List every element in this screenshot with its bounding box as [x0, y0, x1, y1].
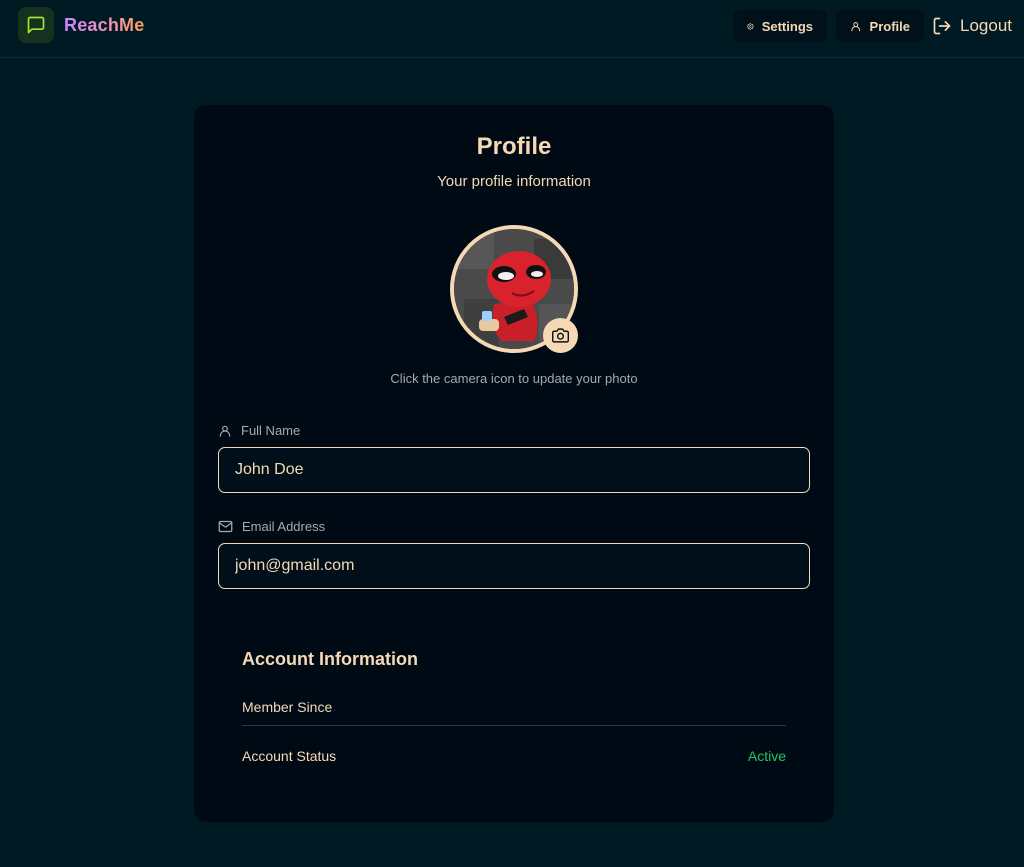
- settings-label: Settings: [761, 18, 813, 34]
- full-name-label: Full Name: [218, 423, 300, 438]
- brand-name[interactable]: ReachMe: [64, 15, 144, 36]
- account-status-row: Account Status Active: [242, 737, 786, 775]
- full-name-input[interactable]: [218, 447, 810, 493]
- email-input[interactable]: [218, 543, 810, 589]
- gear-icon: [747, 22, 754, 30]
- full-name-label-text: Full Name: [241, 423, 301, 438]
- page-title: Profile: [476, 133, 552, 160]
- member-since-label: Member Since: [242, 698, 333, 715]
- logout-icon: [933, 17, 951, 35]
- settings-button[interactable]: Settings: [733, 10, 827, 42]
- user-icon: [851, 21, 861, 31]
- profile-card: Profile Your profile information Click t…: [194, 105, 834, 822]
- profile-label: Profile: [869, 18, 910, 34]
- member-since-row: Member Since: [242, 688, 786, 726]
- top-navbar: ReachMe Settings Profile Logout: [0, 0, 1024, 58]
- profile-button[interactable]: Profile: [836, 10, 924, 42]
- avatar-hint: Click the camera icon to update your pho…: [390, 371, 638, 386]
- app-logo[interactable]: [18, 7, 54, 43]
- email-label: Email Address: [218, 519, 325, 534]
- camera-icon: [552, 328, 569, 343]
- status-badge: Active: [747, 748, 786, 764]
- logout-label: Logout: [960, 16, 1012, 35]
- email-label-text: Email Address: [242, 519, 326, 534]
- logout-button[interactable]: Logout: [932, 10, 1012, 42]
- account-info-title: Account Information: [242, 649, 418, 669]
- mail-icon: [218, 520, 233, 533]
- message-square-icon: [27, 16, 45, 34]
- account-status-label: Account Status: [242, 748, 337, 764]
- page-subtitle: Your profile information: [437, 173, 591, 190]
- camera-upload-button[interactable]: [543, 318, 578, 353]
- user-icon: [219, 425, 231, 437]
